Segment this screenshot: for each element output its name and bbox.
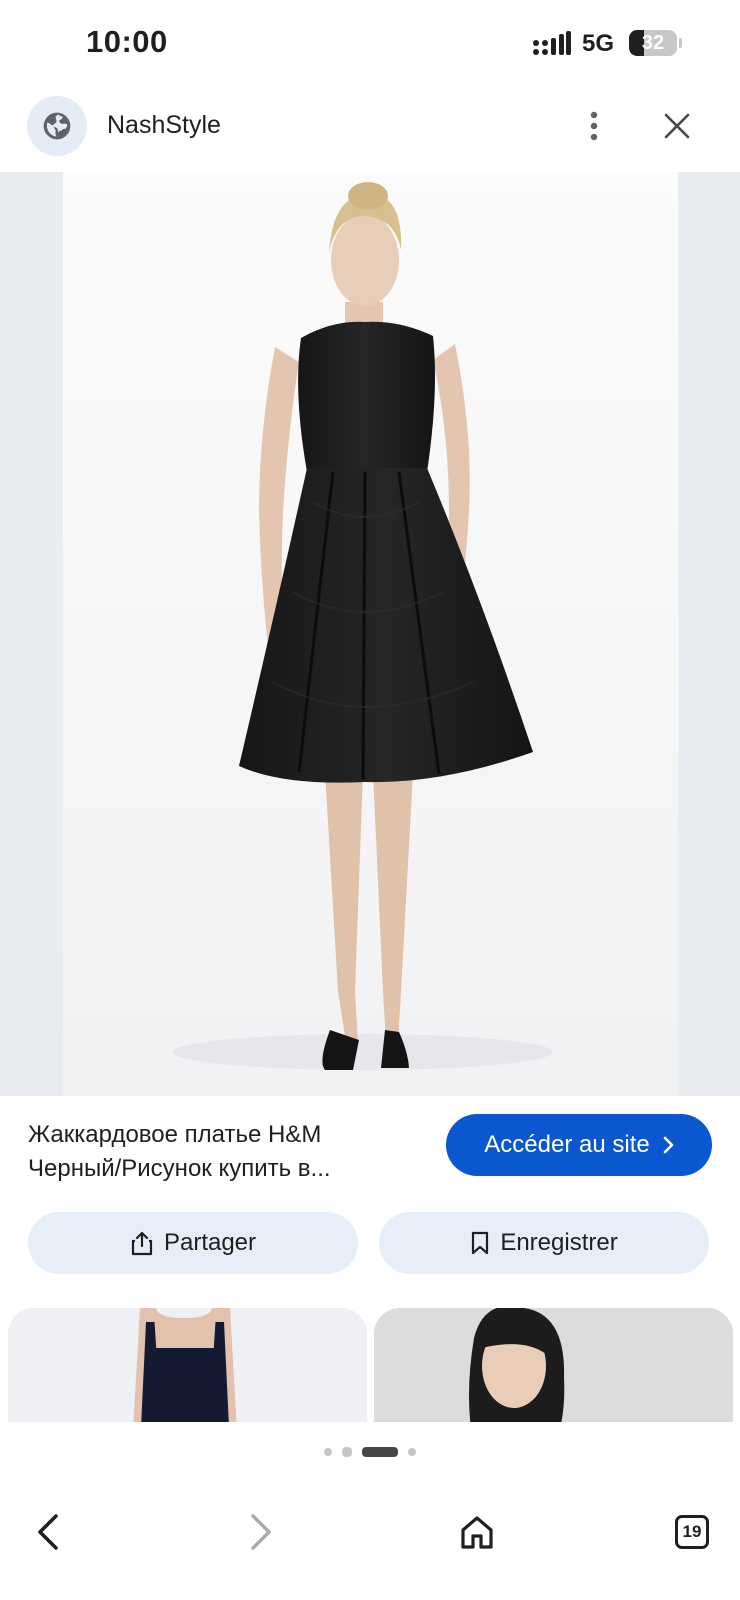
bookmark-icon (472, 1231, 489, 1255)
related-card[interactable] (374, 1308, 733, 1422)
chevron-left-icon (38, 1514, 58, 1550)
chevron-right-icon (251, 1514, 271, 1550)
network-type: 5G (582, 30, 615, 57)
tab-count: 19 (675, 1515, 709, 1549)
bottom-navigation: 19 (0, 1484, 740, 1600)
battery-level: 32 (641, 32, 665, 54)
related-thumbnail (374, 1308, 733, 1422)
image-viewer[interactable] (0, 172, 740, 1096)
status-bar: 10:00 5G 32 (0, 0, 740, 88)
chevron-right-icon (663, 1136, 674, 1154)
page-indicator (0, 1422, 740, 1484)
status-time: 10:00 (86, 24, 168, 59)
back-button[interactable] (20, 1504, 76, 1560)
site-name[interactable]: NashStyle (107, 111, 221, 140)
result-info: Жаккардовое платье H&M Черный/Рисунок ку… (0, 1096, 740, 1206)
forward-button[interactable] (233, 1504, 289, 1560)
dress-illustration (63, 172, 678, 1096)
more-vert-icon[interactable] (574, 106, 614, 146)
battery-icon: 32 (629, 30, 677, 56)
product-photo (63, 172, 678, 1096)
share-icon (131, 1231, 153, 1256)
related-card[interactable] (8, 1308, 367, 1422)
battery-tip (679, 38, 682, 48)
close-icon[interactable] (657, 106, 697, 146)
result-title-line-1: Жаккардовое платье H&M (28, 1121, 322, 1148)
home-icon (461, 1516, 493, 1549)
share-label: Partager (163, 1229, 257, 1256)
page-dot (408, 1448, 416, 1456)
visit-site-button[interactable]: Accéder au site (446, 1114, 712, 1176)
signal-icon (533, 31, 571, 55)
page-dot (342, 1447, 352, 1457)
tabs-button[interactable]: 19 (664, 1504, 720, 1560)
share-button[interactable]: Partager (28, 1212, 358, 1274)
result-title[interactable]: Жаккардовое платье H&M Черный/Рисунок ку… (28, 1118, 418, 1186)
result-title-line-2: Черный/Рисунок купить в... (28, 1155, 331, 1182)
globe-icon[interactable] (27, 96, 87, 156)
save-label: Enregistrer (500, 1229, 618, 1256)
page-dot-active (362, 1447, 398, 1457)
page-dot (324, 1448, 332, 1456)
related-thumbnail (8, 1308, 367, 1422)
home-button[interactable] (449, 1504, 505, 1560)
related-images (0, 1308, 740, 1422)
visit-site-label: Accéder au site (484, 1131, 650, 1158)
save-button[interactable]: Enregistrer (379, 1212, 709, 1274)
viewer-header: NashStyle (0, 88, 740, 172)
